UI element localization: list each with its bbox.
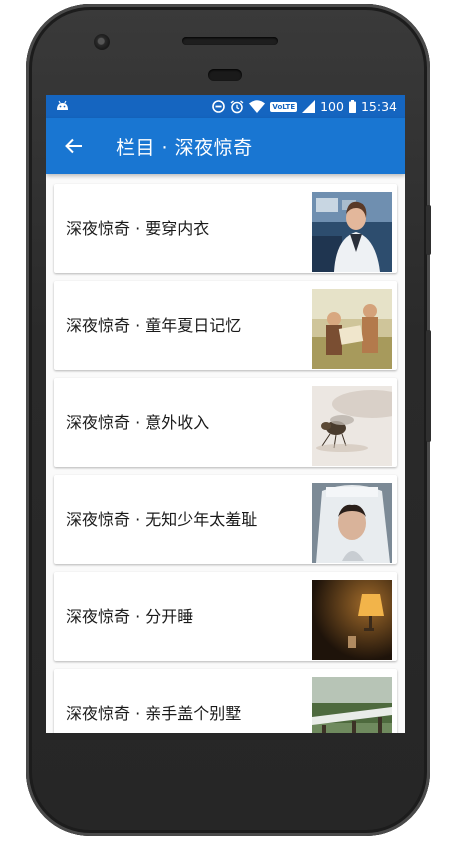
wall-lamp-photo xyxy=(312,580,392,660)
alarm-icon xyxy=(230,99,244,113)
garden-photo xyxy=(312,677,392,733)
list-item[interactable]: 深夜惊奇 · 意外收入 xyxy=(54,378,397,467)
back-button[interactable] xyxy=(46,118,102,174)
article-title: 深夜惊奇 · 无知少年太羞耻 xyxy=(66,510,258,529)
app-bar: 栏目 · 深夜惊奇 xyxy=(46,118,405,174)
list-item[interactable]: 深夜惊奇 · 无知少年太羞耻 xyxy=(54,475,397,564)
article-title: 深夜惊奇 · 亲手盖个别墅 xyxy=(66,704,242,723)
battery-icon xyxy=(348,100,356,113)
list-item[interactable]: 深夜惊奇 · 亲手盖个别墅 xyxy=(54,669,397,733)
front-camera xyxy=(94,34,110,50)
proximity-sensor xyxy=(208,69,242,81)
article-title: 深夜惊奇 · 意外收入 xyxy=(66,413,210,432)
status-icons: VoLTE 100 15:34 xyxy=(212,95,397,118)
power-button xyxy=(426,205,431,255)
article-title: 深夜惊奇 · 要穿内衣 xyxy=(66,219,210,238)
page-title: 栏目 · 深夜惊奇 xyxy=(116,136,253,159)
article-title: 深夜惊奇 · 童年夏日记忆 xyxy=(66,316,242,335)
veiled-woman-photo xyxy=(312,483,392,563)
android-app-icon xyxy=(57,100,68,110)
status-time: 15:34 xyxy=(360,99,397,114)
article-list[interactable]: 深夜惊奇 · 要穿内衣 深夜惊奇 · 童年夏日记忆 深夜惊奇 · 意外收入 深夜… xyxy=(46,174,405,733)
volume-button xyxy=(426,330,431,442)
list-item[interactable]: 深夜惊奇 · 要穿内衣 xyxy=(54,184,397,273)
article-title: 深夜惊奇 · 分开睡 xyxy=(66,607,194,626)
screen: VoLTE 100 15:34 栏目 · 深夜惊奇 深夜惊奇 · 要穿内衣 深夜… xyxy=(46,95,405,733)
status-bar: VoLTE 100 15:34 xyxy=(46,95,405,118)
volte-icon: VoLTE xyxy=(270,101,298,112)
earpiece-speaker xyxy=(182,37,278,45)
kids-field-photo xyxy=(312,289,392,369)
do-not-disturb-icon xyxy=(212,100,226,113)
battery-level: 100 xyxy=(320,99,344,114)
arrow-back-icon xyxy=(65,138,82,154)
woman-lab-photo xyxy=(312,192,392,272)
list-item[interactable]: 深夜惊奇 · 童年夏日记忆 xyxy=(54,281,397,370)
fly-photo xyxy=(312,386,392,466)
list-item[interactable]: 深夜惊奇 · 分开睡 xyxy=(54,572,397,661)
wifi-icon xyxy=(249,100,266,113)
cell-signal-icon xyxy=(302,100,316,113)
